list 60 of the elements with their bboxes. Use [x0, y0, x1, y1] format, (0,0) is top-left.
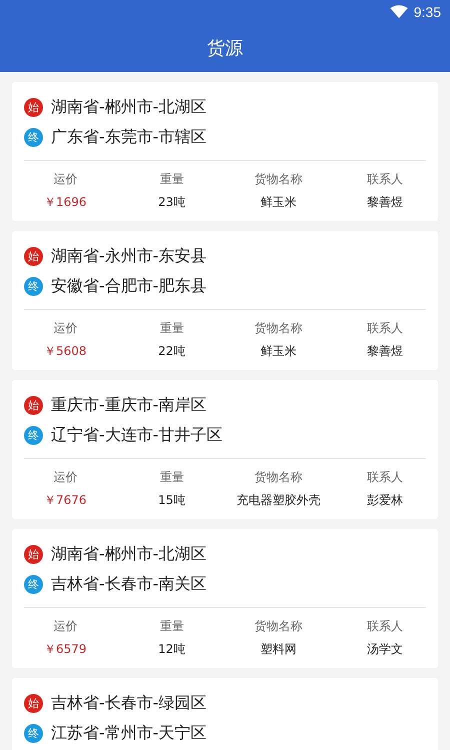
stat-value: 鲜玉米 [260, 194, 296, 211]
place-text: 重庆市-重庆市-南岸区 [51, 394, 207, 416]
stat-value: 12吨 [158, 641, 186, 658]
stat-label: 联系人 [366, 618, 403, 635]
stat-value: 黎善煜 [366, 194, 403, 211]
stat-label: 货物名称 [254, 171, 302, 188]
stat-value: 23吨 [158, 194, 186, 211]
start-badge: 始 [24, 246, 43, 266]
stat-value: 22吨 [158, 343, 186, 360]
price-value: ￥5608 [44, 343, 87, 360]
price-value: ￥1696 [44, 194, 87, 211]
stat-value: 彭爱林 [366, 492, 403, 509]
stat-label: 运价 [53, 320, 78, 337]
stat-label: 运价 [53, 618, 78, 635]
stat-label: 联系人 [366, 469, 403, 486]
stat-label: 运价 [53, 469, 78, 486]
place-text: 广东省-东莞市-市辖区 [51, 126, 207, 148]
price-value: ￥7676 [44, 492, 87, 509]
stat-label: 重量 [160, 171, 184, 188]
stat-label: 重量 [160, 618, 184, 635]
stat-value: 鲜玉米 [260, 343, 296, 360]
start-badge: 始 [24, 544, 43, 564]
end-badge: 终 [24, 128, 43, 146]
place-text: 吉林省-长春市-南关区 [51, 574, 207, 594]
stat-value: 充电器塑胶外壳 [236, 492, 320, 509]
page-title: 货源 [207, 37, 243, 60]
stat-value: 15吨 [158, 492, 186, 509]
cargo-card[interactable]: 始 湖南省-郴州市-北湖区 终 吉林省-长春市-南关区 运价 ￥6579 重量 12吨 货物名称 塑料网 联系人 汤学文 [12, 529, 438, 668]
stat-label: 联系人 [366, 171, 403, 188]
stat-label: 运价 [53, 171, 78, 188]
stat-label: 货物名称 [254, 320, 302, 337]
stat-value: 汤学文 [366, 641, 403, 658]
place-text: 辽宁省-大连市-甘井子区 [51, 424, 223, 446]
price-value: ￥6579 [44, 641, 87, 658]
cargo-card[interactable]: 始 吉林省-长春市-绿园区 终 江苏省-常州市-天宁区 [12, 678, 438, 750]
start-badge: 始 [24, 396, 43, 414]
end-badge: 终 [24, 426, 43, 444]
stat-label: 重量 [160, 469, 184, 486]
place-text: 江苏省-常州市-天宁区 [51, 722, 207, 744]
stat-label: 货物名称 [254, 469, 302, 486]
cargo-card[interactable]: 始 湖南省-永州市-东安县 终 安徽省-合肥市-肥东县 运价 ￥5608 重量 22吨 货物名称 鲜玉米 联系人 黎善煜 [12, 231, 438, 370]
cargo-card[interactable]: 始 湖南省-郴州市-北湖区 终 广东省-东莞市-市辖区 运价 ￥1696 重量 23吨 货物名称 鲜玉米 联系人 黎善煜 [12, 82, 438, 221]
end-badge: 终 [24, 276, 43, 296]
stat-value: 黎善煜 [366, 343, 403, 360]
stat-label: 货物名称 [254, 618, 302, 635]
place-text: 湖南省-郴州市-北湖区 [51, 96, 207, 118]
stat-label: 重量 [160, 320, 184, 337]
place-text: 安徽省-合肥市-肥东县 [51, 276, 207, 296]
end-badge: 终 [24, 574, 43, 594]
stat-value: 塑料网 [260, 641, 296, 658]
cargo-card[interactable]: 始 重庆市-重庆市-南岸区 终 辽宁省-大连市-甘井子区 运价 ￥7676 重量 15吨 货物名称 充电器塑胶外壳 联系人 彭爱林 [12, 380, 438, 519]
status-time: 9:35 [414, 4, 441, 20]
stat-label: 联系人 [366, 320, 403, 337]
start-badge: 始 [24, 694, 43, 712]
place-text: 吉林省-长春市-绿园区 [51, 692, 207, 714]
place-text: 湖南省-永州市-东安县 [51, 246, 207, 266]
wifi-icon [390, 5, 408, 19]
place-text: 湖南省-郴州市-北湖区 [51, 544, 207, 564]
end-badge: 终 [24, 724, 43, 742]
start-badge: 始 [24, 98, 43, 116]
